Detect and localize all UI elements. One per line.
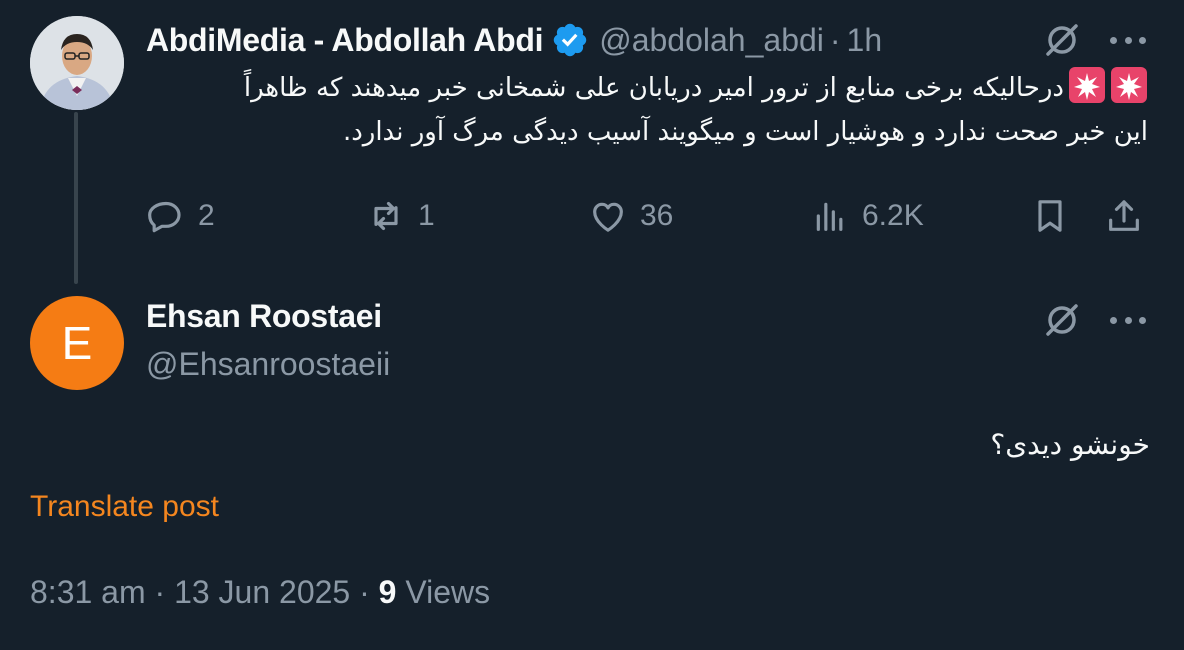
verified-badge-icon[interactable] — [551, 21, 589, 59]
tweet-text-line-1: درحالیکه برخی منابع از ترور امیر دریابان… — [148, 66, 1148, 110]
more-options-icon[interactable] — [1110, 314, 1146, 326]
author-name[interactable]: AbdiMedia - Abdollah Abdi — [146, 22, 544, 59]
tweet-header: AbdiMedia - Abdollah Abdi @abdolah_abdi … — [146, 20, 882, 60]
repost-count: 1 — [418, 199, 435, 232]
avatar-abdimedia[interactable] — [30, 16, 124, 110]
views-button[interactable]: 6.2K — [810, 194, 924, 238]
reply-button[interactable]: 2 — [146, 194, 215, 238]
like-count: 36 — [640, 199, 674, 232]
post-time[interactable]: 1h — [847, 22, 883, 59]
tweet-text: درحالیکه برخی منابع از ترور امیر دریابان… — [148, 66, 1148, 154]
translate-post-link[interactable]: Translate post — [30, 490, 219, 524]
share-icon — [1109, 200, 1139, 231]
more-options-icon[interactable] — [1110, 34, 1146, 46]
tweet-text-part-1: درحالیکه برخی منابع از ترور امیر دریابان… — [243, 73, 1064, 103]
repost-icon — [374, 201, 398, 231]
thread-connector-line — [74, 112, 78, 284]
views-count: 6.2K — [862, 199, 924, 232]
grok-icon[interactable] — [1042, 300, 1082, 340]
tweet-text-line-2: این خبر صحت ندارد و هوشیار است و میگویند… — [342, 117, 1148, 147]
views-total: 9 — [378, 574, 397, 610]
reply-author-name[interactable]: Ehsan Roostaei — [146, 298, 382, 335]
reply-text: خونشو دیدی؟ — [990, 428, 1150, 461]
bookmark-button[interactable] — [1030, 194, 1070, 238]
avatar-ehsan[interactable]: E — [30, 296, 124, 390]
post-meta: 8:31 am · 13 Jun 2025 · 9 Views — [30, 574, 490, 611]
author-handle[interactable]: @abdolah_abdi — [599, 22, 824, 59]
post-timestamp[interactable]: 8:31 am · 13 Jun 2025 — [30, 574, 350, 610]
share-button[interactable] — [1104, 194, 1144, 238]
siren-emoji-icon — [1068, 66, 1106, 104]
views-label: Views — [405, 574, 491, 610]
reply-icon — [148, 201, 181, 233]
reply-author-handle[interactable]: @Ehsanroostaeii — [146, 346, 390, 383]
bookmark-icon — [1038, 200, 1062, 232]
separator-dot: · — [829, 21, 841, 58]
separator-dot: · — [359, 574, 370, 610]
analytics-icon — [816, 202, 843, 231]
repost-button[interactable]: 1 — [366, 194, 435, 238]
siren-emoji-icon — [1110, 66, 1148, 104]
like-button[interactable]: 36 — [588, 194, 673, 238]
reply-count: 2 — [198, 199, 215, 232]
tweet-thread: AbdiMedia - Abdollah Abdi @abdolah_abdi … — [0, 0, 1184, 650]
heart-icon — [593, 202, 623, 232]
grok-icon[interactable] — [1042, 20, 1082, 60]
